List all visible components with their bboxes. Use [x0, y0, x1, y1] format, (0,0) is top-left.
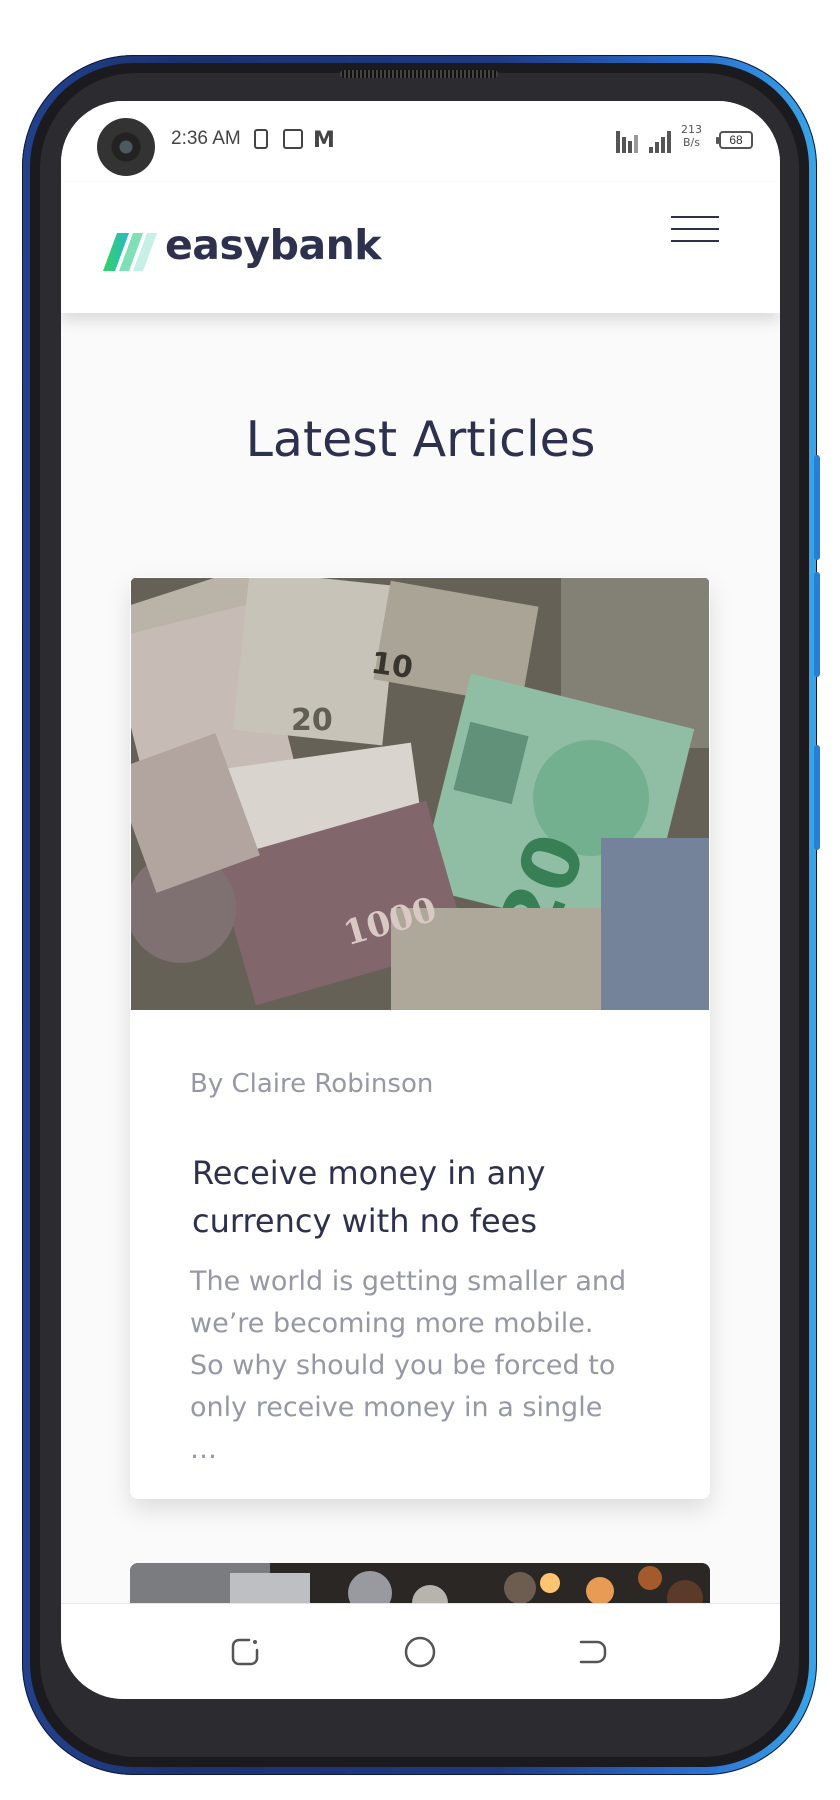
- article-image-currency: 20 10 20 1000: [131, 578, 709, 1010]
- volume-up-button[interactable]: [814, 455, 820, 560]
- back-icon[interactable]: [575, 1634, 611, 1670]
- battery-saver-icon: [254, 129, 268, 149]
- earpiece-speaker: [340, 70, 498, 78]
- section-title: Latest Articles: [245, 411, 596, 468]
- system-nav-bar: [61, 1603, 780, 1699]
- sd-card-icon: [283, 129, 303, 149]
- article-excerpt: The world is getting smaller and we’re b…: [190, 1266, 627, 1465]
- article-author: By Claire Robinson: [190, 1069, 434, 1099]
- signal-icon-2: [649, 129, 677, 153]
- status-bar: 2:36 AM M 213 B/s 68: [61, 101, 780, 183]
- front-camera: [97, 118, 155, 176]
- article-card[interactable]: 20 10 20 1000 By Claire Robinson Receive…: [130, 577, 710, 1499]
- menu-hamburger-icon[interactable]: [671, 216, 719, 242]
- site-header: easybank: [61, 183, 780, 313]
- power-button[interactable]: [814, 745, 820, 850]
- volume-down-button[interactable]: [814, 572, 820, 677]
- logo-mark-icon: [103, 233, 157, 271]
- home-icon[interactable]: [402, 1634, 438, 1670]
- battery-level: 68: [729, 133, 743, 147]
- article-title[interactable]: Receive money in any currency with no fe…: [192, 1149, 612, 1245]
- status-time: 2:36 AM: [171, 128, 241, 149]
- battery-icon: 68: [716, 131, 753, 149]
- network-speed: 213 B/s: [681, 123, 702, 149]
- logo-text: easybank: [165, 221, 382, 269]
- screen: 2:36 AM M 213 B/s 68 easybank Latest Art…: [61, 101, 780, 1699]
- signal-icon-1: [616, 129, 644, 153]
- recent-apps-icon[interactable]: [227, 1634, 263, 1670]
- gmail-icon: M: [313, 128, 335, 153]
